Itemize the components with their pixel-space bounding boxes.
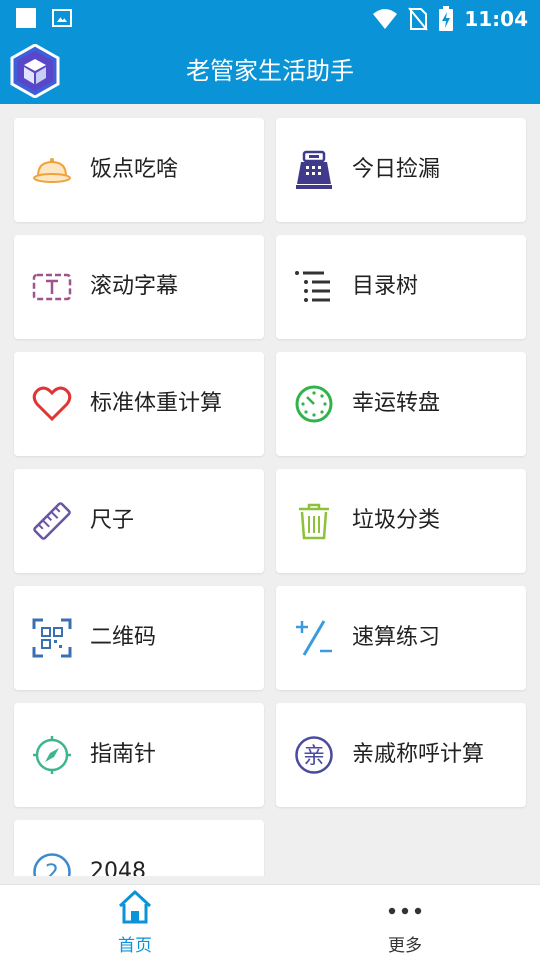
battery-charging-icon bbox=[439, 6, 454, 31]
notification-square-icon bbox=[16, 8, 36, 28]
relative-badge-icon: 亲 bbox=[295, 736, 333, 774]
app-bar: 老管家生活助手 bbox=[0, 38, 540, 104]
tool-card-dir-tree[interactable]: 目录树 bbox=[276, 235, 526, 339]
app-title: 老管家生活助手 bbox=[186, 57, 354, 85]
number-badge-icon: 2 bbox=[33, 853, 71, 876]
tool-label: 标准体重计算 bbox=[90, 391, 223, 416]
tool-label: 饭点吃啥 bbox=[90, 157, 179, 182]
tab-home-label: 首页 bbox=[118, 936, 152, 956]
cash-register-icon bbox=[296, 150, 332, 189]
food-cloche-icon bbox=[33, 158, 71, 183]
ruler-icon bbox=[33, 502, 71, 540]
tool-label: 尺子 bbox=[90, 508, 135, 533]
tool-label: 指南针 bbox=[90, 742, 157, 767]
tab-more[interactable]: 更多 bbox=[270, 885, 540, 961]
tool-card-garbage[interactable]: 垃圾分类 bbox=[276, 469, 526, 573]
number-badge-text: 2 bbox=[45, 861, 59, 876]
status-bar: 11:04 bbox=[0, 0, 540, 38]
tool-label: 2048 bbox=[90, 859, 146, 876]
more-dots-icon bbox=[388, 907, 422, 915]
tool-label: 亲戚称呼计算 bbox=[352, 742, 485, 767]
clock: 11:04 bbox=[464, 7, 528, 31]
tool-card-food[interactable]: 饭点吃啥 bbox=[14, 118, 264, 222]
tool-label: 幸运转盘 bbox=[352, 391, 441, 416]
tool-card-2048[interactable]: 2 2048 bbox=[14, 820, 264, 876]
relative-badge-text: 亲 bbox=[303, 744, 325, 769]
lucky-wheel-icon bbox=[295, 385, 333, 423]
tool-card-compass[interactable]: 指南针 bbox=[14, 703, 264, 807]
tool-label: 目录树 bbox=[352, 274, 419, 299]
bottom-nav: 首页 更多 bbox=[0, 884, 540, 961]
wifi-icon bbox=[373, 9, 398, 29]
home-icon bbox=[118, 890, 152, 924]
tool-label: 二维码 bbox=[90, 625, 157, 650]
list-tree-icon bbox=[295, 271, 330, 302]
compass-icon bbox=[33, 736, 71, 774]
tool-card-relatives[interactable]: 亲 亲戚称呼计算 bbox=[276, 703, 526, 807]
tab-more-label: 更多 bbox=[388, 936, 422, 956]
tool-card-ruler[interactable]: 尺子 bbox=[14, 469, 264, 573]
marquee-text-icon bbox=[32, 273, 72, 301]
image-notification-icon bbox=[52, 9, 72, 27]
tool-card-mental-math[interactable]: 速算练习 bbox=[276, 586, 526, 690]
heart-icon bbox=[32, 386, 72, 422]
tool-grid: 饭点吃啥 今日捡漏 滚动字幕 目录树 标准体重计算 幸运转盘 尺子 垃圾分类 二… bbox=[0, 104, 540, 876]
tool-label: 今日捡漏 bbox=[352, 157, 441, 182]
tab-home[interactable]: 首页 bbox=[0, 885, 270, 961]
tool-card-qrcode[interactable]: 二维码 bbox=[14, 586, 264, 690]
tool-label: 垃圾分类 bbox=[352, 508, 441, 533]
tool-label: 滚动字幕 bbox=[90, 274, 179, 299]
plus-slash-minus-icon bbox=[296, 620, 332, 656]
tool-card-wheel[interactable]: 幸运转盘 bbox=[276, 352, 526, 456]
tool-card-deals[interactable]: 今日捡漏 bbox=[276, 118, 526, 222]
tool-card-marquee[interactable]: 滚动字幕 bbox=[14, 235, 264, 339]
no-sim-icon bbox=[408, 7, 429, 31]
tool-card-weight[interactable]: 标准体重计算 bbox=[14, 352, 264, 456]
tool-label: 速算练习 bbox=[352, 625, 441, 650]
trash-can-icon bbox=[299, 503, 329, 540]
qr-code-icon bbox=[32, 618, 72, 658]
